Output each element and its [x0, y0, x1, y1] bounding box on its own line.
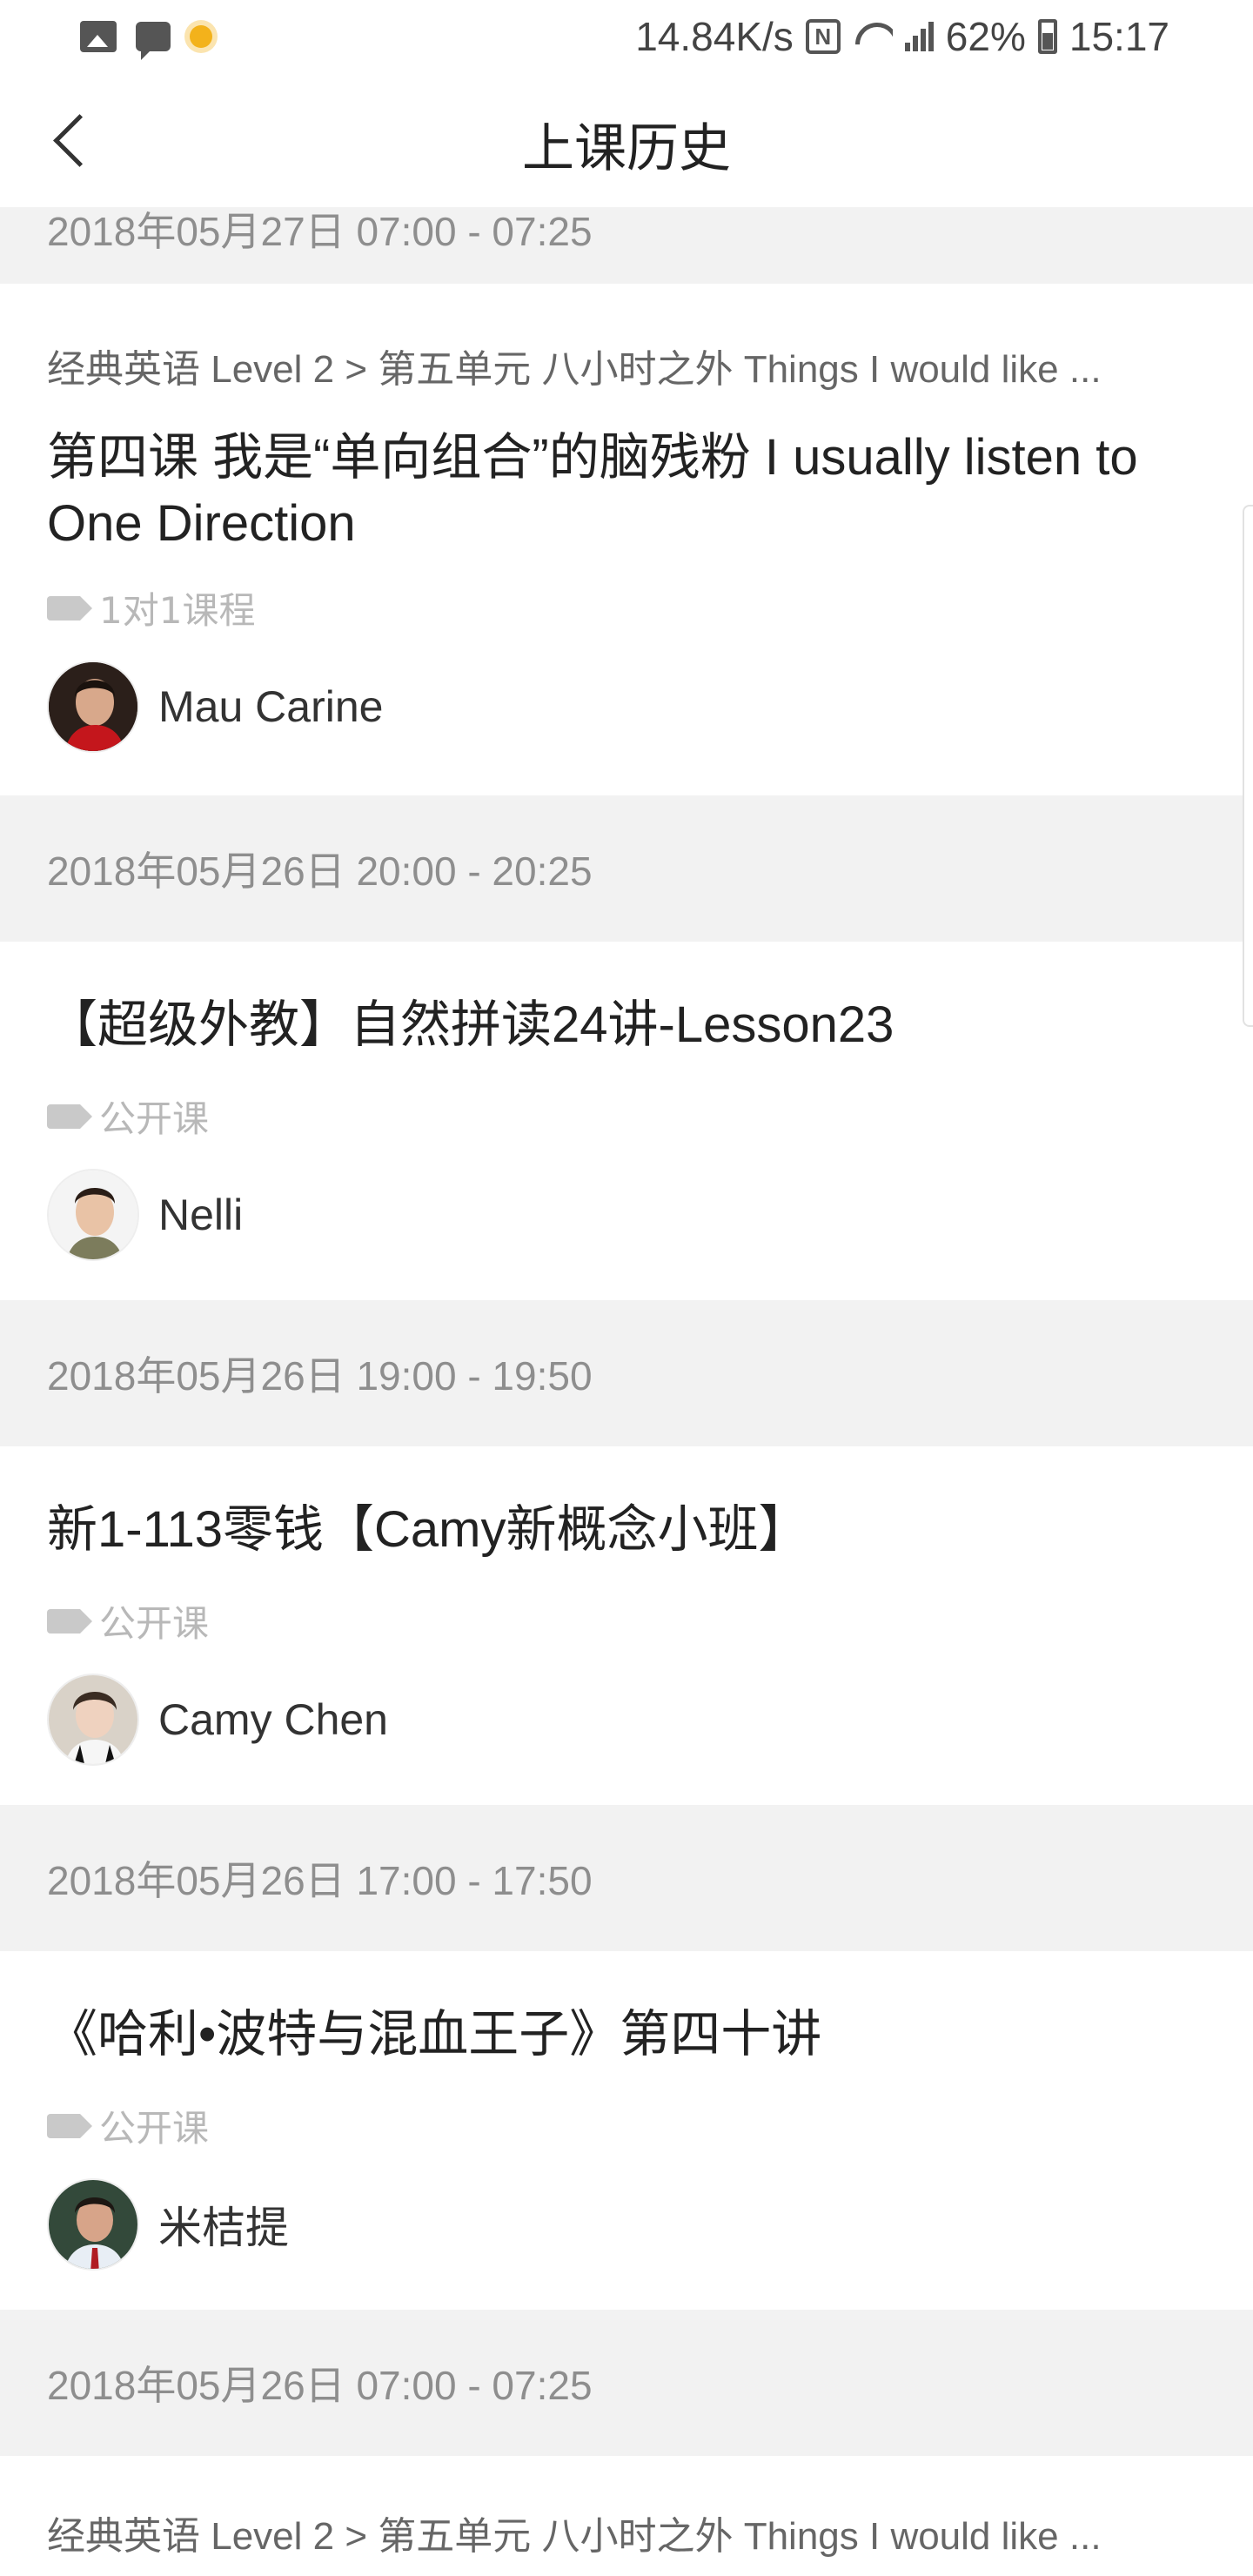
class-card[interactable]: 新1-113零钱【Camy新概念小班】 公开课 Camy Chen [0, 1446, 1253, 1805]
date-header: 2018年05月27日 07:00 - 07:25 [0, 207, 1253, 284]
class-history-list[interactable]: 2018年05月27日 07:00 - 07:25 经典英语 Level 2 >… [0, 207, 1253, 2576]
teacher-avatar[interactable] [47, 1674, 139, 1766]
wifi-icon [853, 21, 893, 52]
course-title: 【超级外教】自然拼读24讲-Lesson23 [47, 996, 895, 1053]
date-header: 2018年05月26日 20:00 - 20:25 [0, 795, 1253, 942]
course-title: 新1-113零钱【Camy新概念小班】 [47, 1501, 809, 1558]
signal-icon [904, 22, 934, 51]
class-card[interactable]: 《哈利•波特与混血王子》第四十讲 公开课 米桔提 [0, 1951, 1253, 2310]
course-type-tag: 公开课 [47, 1594, 1206, 1647]
weather-sun-icon [190, 25, 212, 48]
message-icon [136, 22, 171, 60]
teacher-row[interactable]: Nelli [47, 1169, 1206, 1261]
nfc-icon: N [805, 19, 841, 54]
date-header: 2018年05月26日 17:00 - 17:50 [0, 1805, 1253, 1951]
teacher-avatar[interactable] [47, 1169, 139, 1261]
course-type-tag: 公开课 [47, 1090, 1206, 1143]
status-right-info: 14.84K/s N 62% 15:17 [635, 12, 1169, 61]
class-card[interactable]: 【超级外教】自然拼读24讲-Lesson23 公开课 Nelli [0, 942, 1253, 1300]
date-header: 2018年05月26日 07:00 - 07:25 [0, 2310, 1253, 2456]
teacher-name: Nelli [158, 1191, 244, 1239]
teacher-row[interactable]: 米桔提 [47, 2178, 1206, 2271]
teacher-name: Mau Carine [158, 682, 384, 731]
battery-icon [1037, 19, 1057, 54]
teacher-name: 米桔提 [158, 2204, 289, 2252]
course-path: 经典英语 Level 2 > 第五单元 八小时之外 Things I would… [47, 2515, 1102, 2558]
teacher-row[interactable]: Mau Carine [47, 661, 1206, 753]
teacher-name: Camy Chen [158, 1695, 388, 1744]
battery-percent: 62% [945, 14, 1026, 59]
date-header: 2018年05月26日 19:00 - 19:50 [0, 1300, 1253, 1446]
app-header: 上课历史 [0, 73, 1253, 207]
tag-icon [47, 1608, 92, 1633]
course-type-tag: 1对1课程 [47, 581, 1206, 634]
teacher-avatar[interactable] [47, 2178, 139, 2271]
course-title: 第四课 我是“单向组合”的脑残粉 I usually listen to One… [47, 429, 1138, 552]
tag-icon [47, 595, 92, 621]
tag-icon [47, 2113, 92, 2138]
course-type-tag: 公开课 [47, 2099, 1206, 2152]
teacher-row[interactable]: Camy Chen [47, 1674, 1206, 1766]
course-title: 《哈利•波特与混血王子》第四十讲 [47, 2006, 822, 2063]
class-card[interactable]: 经典英语 Level 2 > 第五单元 八小时之外 Things I would… [0, 2456, 1253, 2576]
page-title: 上课历史 [522, 118, 731, 179]
scrollbar-handle[interactable] [1243, 505, 1253, 1027]
tag-icon [47, 1104, 92, 1129]
course-path: 经典英语 Level 2 > 第五单元 八小时之外 Things I would… [47, 348, 1102, 391]
class-card[interactable]: 经典英语 Level 2 > 第五单元 八小时之外 Things I would… [0, 284, 1253, 795]
status-left-icons [80, 16, 212, 60]
clock: 15:17 [1069, 14, 1169, 59]
teacher-avatar[interactable] [47, 661, 139, 753]
image-icon [80, 21, 117, 52]
network-speed: 14.84K/s [635, 14, 794, 59]
status-bar: 14.84K/s N 62% 15:17 [0, 0, 1253, 73]
